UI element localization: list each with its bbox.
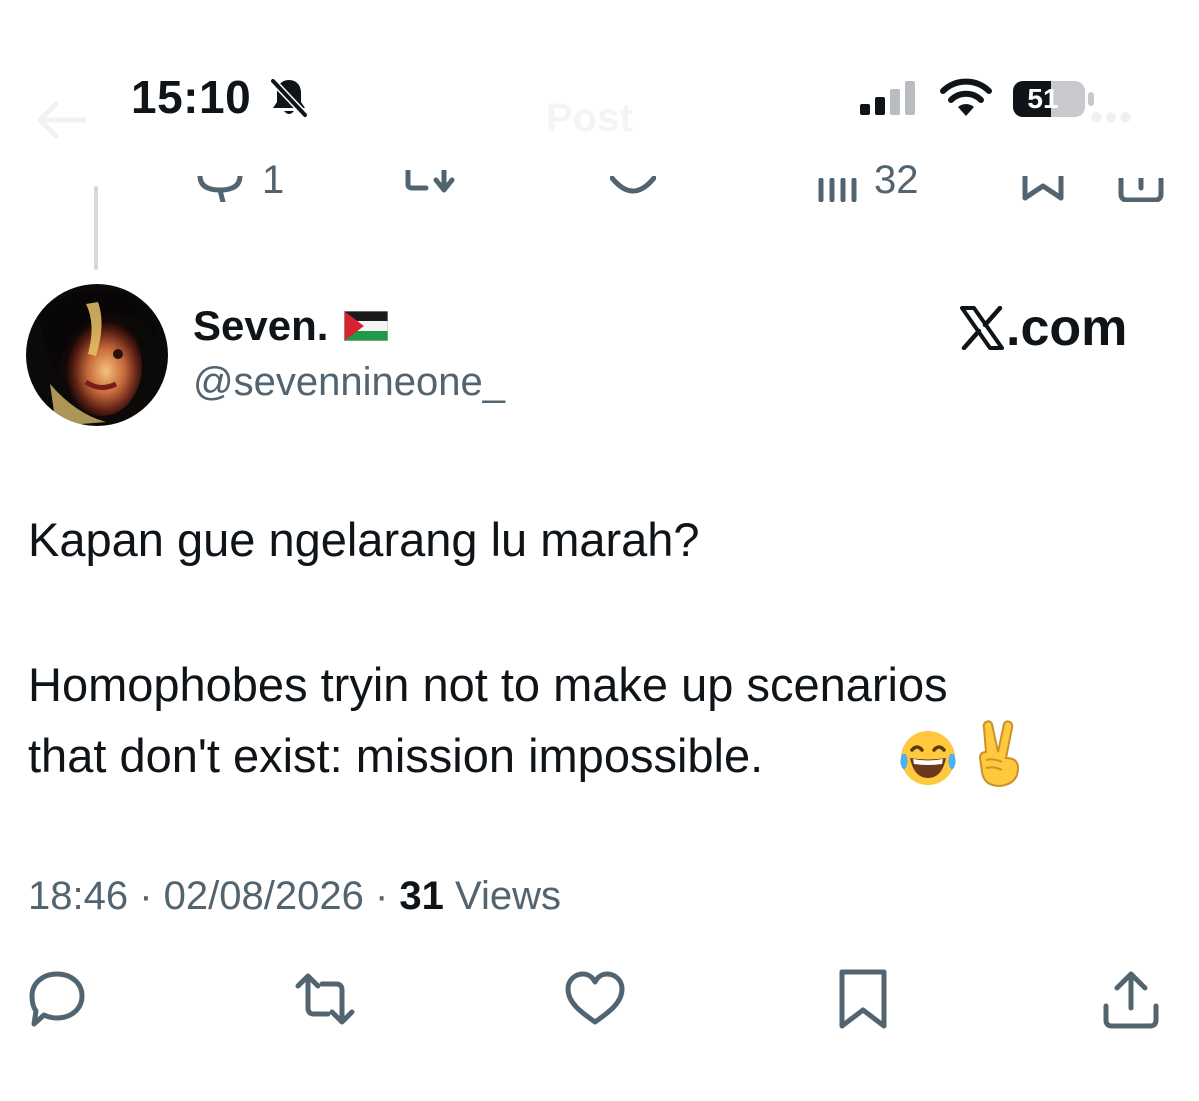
tweet-date: 02/08/2026 xyxy=(163,874,364,918)
status-time: 15:10 xyxy=(131,71,252,123)
repost-icon[interactable] xyxy=(404,170,456,202)
display-name[interactable]: Seven. xyxy=(193,302,328,350)
bookmark-icon[interactable] xyxy=(1022,176,1064,202)
author-name-row: Seven. xyxy=(193,302,389,350)
cellular-signal-icon xyxy=(860,81,915,115)
share-icon[interactable] xyxy=(1100,968,1162,1030)
thread-connector xyxy=(94,186,98,270)
previous-tweet-actions: 1 32 xyxy=(0,150,1199,202)
watermark: .com xyxy=(960,298,1127,358)
bookmark-icon[interactable] xyxy=(832,968,894,1030)
views-count[interactable]: 31 xyxy=(399,874,444,918)
previous-views-count: 32 xyxy=(874,158,919,202)
more-icon[interactable]: ••• xyxy=(1090,96,1134,138)
watermark-text: .com xyxy=(1006,299,1128,357)
share-icon[interactable] xyxy=(1118,178,1164,202)
tweet-text-line-1: Kapan gue ngelarang lu marah? xyxy=(28,513,700,566)
avatar[interactable] xyxy=(26,284,168,426)
palestine-flag-icon xyxy=(344,311,389,341)
bell-slash-icon xyxy=(269,77,309,119)
avatar-image xyxy=(26,284,168,426)
tweet-text-line-3: that don't exist: mission impossible. xyxy=(28,729,764,782)
x-logo-icon xyxy=(960,306,1004,350)
reply-icon[interactable] xyxy=(196,176,244,202)
previous-reply-count: 1 xyxy=(262,158,285,202)
header-title: Post xyxy=(546,96,633,140)
victory-hand-icon xyxy=(978,720,1020,788)
views-label[interactable]: Views xyxy=(444,874,561,918)
tweet-time: 18:46 xyxy=(28,874,129,918)
author-handle[interactable]: @sevennineone_ xyxy=(193,360,505,405)
reply-icon[interactable] xyxy=(26,968,88,1030)
meta-separator-2: · xyxy=(363,874,400,918)
face-with-tears-of-joy-icon xyxy=(900,731,956,785)
tweet-text-line-2: Homophobes tryin not to make up scenario… xyxy=(28,658,948,711)
tweet-meta: 18:46 · 02/08/2026 · 31 Views xyxy=(28,874,561,919)
tweet-page: Post ••• 15:10 51 1 32 Seven. @sevennine… xyxy=(0,0,1199,1101)
battery-level: 51 xyxy=(1027,83,1059,114)
repost-icon[interactable] xyxy=(294,968,356,1030)
meta-separator: · xyxy=(128,874,164,918)
back-arrow-icon[interactable] xyxy=(34,100,86,140)
like-icon[interactable] xyxy=(564,968,626,1030)
views-icon[interactable] xyxy=(818,178,858,202)
like-icon[interactable] xyxy=(610,176,656,202)
wifi-icon xyxy=(940,78,992,116)
